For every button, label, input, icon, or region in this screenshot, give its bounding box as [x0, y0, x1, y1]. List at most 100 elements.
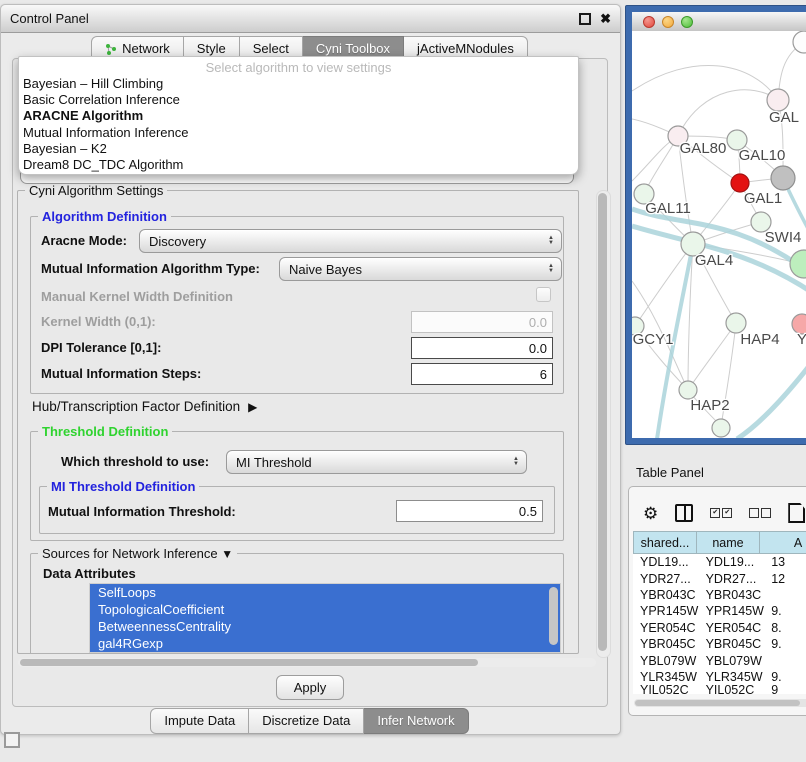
node-label: HAP4	[740, 331, 779, 348]
checked-box-icon: ✔	[710, 508, 720, 518]
network-canvas[interactable]: GAL GAL80 GAL10 GAL1 GAL11 SWI4 GAL4 GCY…	[632, 31, 806, 438]
zoom-traffic-light[interactable]	[681, 16, 693, 28]
which-threshold-label: Which threshold to use:	[61, 454, 209, 469]
mi-algorithm-type-select[interactable]: Naive Bayes ▲▼	[279, 257, 562, 281]
list-scrollbar-thumb[interactable]	[549, 587, 558, 645]
node-label: GAL1	[744, 190, 782, 207]
aracne-mode-label: Aracne Mode:	[41, 233, 127, 248]
settings-horizontal-scrollbar[interactable]	[18, 658, 596, 667]
list-item[interactable]: BetweennessCentrality	[90, 618, 560, 635]
table-row[interactable]: YBR043CYBR043C	[633, 587, 806, 603]
mi-steps-input[interactable]: 6	[411, 363, 553, 385]
node-label: Y	[797, 331, 806, 348]
mi-threshold-input[interactable]: 0.5	[396, 500, 543, 522]
group-title: Threshold Definition	[38, 424, 172, 439]
list-item[interactable]: gal4RGexp	[90, 635, 560, 652]
spinner-arrows-icon: ▲▼	[513, 457, 519, 467]
table-row[interactable]: YBL079WYBL079W	[633, 652, 806, 668]
algorithm-dropdown-list: Select algorithm to view settings Bayesi…	[18, 56, 579, 175]
which-threshold-select[interactable]: MI Threshold ▲▼	[226, 450, 527, 474]
tab-impute-data[interactable]: Impute Data	[150, 708, 249, 734]
node-table: shared... name A YDL19...YDL19...13 YDR2…	[633, 531, 806, 694]
tab-infer-network[interactable]: Infer Network	[364, 708, 468, 734]
group-title: MI Threshold Definition	[47, 479, 199, 494]
table-row[interactable]: YDR27...YDR27...12	[633, 570, 806, 586]
table-panel: ⚙ ✔ ✔ shared... name A YDL19...YDL19...1…	[628, 486, 806, 716]
hub-definition-label: Hub/Transcription Factor Definition	[32, 399, 240, 414]
checked-box-icon: ✔	[722, 508, 732, 518]
network-node[interactable]	[712, 419, 730, 437]
tab-label: Cyni Toolbox	[316, 41, 390, 56]
minimize-traffic-light[interactable]	[662, 16, 674, 28]
manual-kernel-width-checkbox	[536, 287, 551, 302]
tab-label: Impute Data	[164, 713, 235, 728]
spinner-arrows-icon: ▲▼	[548, 236, 554, 246]
network-node[interactable]	[771, 166, 795, 190]
scrollbar-thumb[interactable]	[598, 193, 607, 651]
table-row[interactable]: YIL052CYIL052C9	[633, 685, 806, 694]
column-header[interactable]: name	[696, 532, 759, 553]
cyni-bottom-tabs: Impute Data Discretize Data Infer Networ…	[0, 708, 619, 734]
unchecked-box-icon	[749, 508, 759, 518]
list-item[interactable]: TopologicalCoefficient	[90, 601, 560, 618]
table-panel-title: Table Panel	[636, 465, 704, 480]
unchecked-box-icon	[761, 508, 771, 518]
tab-label: Select	[253, 41, 289, 56]
sources-toggle[interactable]: Sources for Network Inference ▼	[38, 546, 237, 561]
network-view-window: GAL GAL80 GAL10 GAL1 GAL11 SWI4 GAL4 GCY…	[625, 5, 806, 445]
list-item[interactable]: SelfLoops	[90, 584, 560, 601]
dropdown-item[interactable]: Dream8 DC_TDC Algorithm	[19, 157, 578, 173]
tab-label: jActiveMNodules	[417, 41, 514, 56]
scrollbar-thumb[interactable]	[20, 659, 478, 666]
gear-icon[interactable]: ⚙	[643, 505, 658, 522]
show-columns-icon[interactable]: ✔ ✔	[710, 508, 732, 518]
collapse-arrow-icon: ▼	[221, 547, 233, 561]
cyni-algorithm-settings-group: Cyni Algorithm Settings Algorithm Defini…	[17, 190, 579, 654]
network-node-hap4[interactable]	[726, 313, 746, 333]
dropdown-item[interactable]: Mutual Information Inference	[19, 125, 578, 141]
data-attributes-label: Data Attributes	[43, 566, 136, 581]
new-table-icon[interactable]	[788, 503, 805, 523]
settings-vertical-scrollbar[interactable]	[596, 190, 611, 658]
dropdown-item[interactable]: Basic Correlation Inference	[19, 92, 578, 108]
control-panel-titlebar: Control Panel ✖	[1, 5, 620, 33]
tab-discretize-data[interactable]: Discretize Data	[249, 708, 364, 734]
table-row[interactable]: YER054CYER054C8.	[633, 620, 806, 636]
table-toolbar: ⚙ ✔ ✔	[643, 503, 805, 523]
apply-button[interactable]: Apply	[276, 675, 344, 700]
mi-threshold-label: Mutual Information Threshold:	[48, 504, 236, 519]
hide-columns-icon[interactable]	[749, 508, 771, 518]
panel-title: Control Panel	[10, 11, 89, 26]
network-node-gal[interactable]	[767, 89, 789, 111]
network-window-titlebar[interactable]	[632, 12, 806, 32]
network-graph: GAL GAL80 GAL10 GAL1 GAL11 SWI4 GAL4 GCY…	[632, 31, 806, 438]
dropdown-item-selected[interactable]: ARACNE Algorithm	[19, 108, 578, 124]
node-label: SWI4	[765, 229, 802, 246]
mi-threshold-definition-group: MI Threshold Definition Mutual Informati…	[39, 486, 555, 534]
dock-grip-icon[interactable]	[4, 732, 20, 748]
column-header[interactable]: A	[759, 532, 806, 553]
table-row[interactable]: YPR145WYPR145W9.	[633, 603, 806, 619]
network-node[interactable]	[790, 250, 806, 278]
close-icon[interactable]: ✖	[600, 14, 611, 24]
scrollbar-thumb[interactable]	[635, 700, 800, 706]
float-window-icon[interactable]	[579, 13, 591, 25]
dropdown-item[interactable]: Bayesian – Hill Climbing	[19, 76, 578, 92]
close-traffic-light[interactable]	[643, 16, 655, 28]
dropdown-item[interactable]: Bayesian – K2	[19, 141, 578, 157]
table-row[interactable]: YDL19...YDL19...13	[633, 554, 806, 570]
table-row[interactable]: YBR045CYBR045C9.	[633, 636, 806, 652]
node-label: GAL	[769, 109, 799, 126]
columns-icon[interactable]	[675, 504, 693, 522]
table-horizontal-scrollbar[interactable]	[634, 699, 806, 707]
data-attributes-list: SelfLoops TopologicalCoefficient Between…	[89, 583, 561, 653]
group-title: Algorithm Definition	[38, 209, 171, 224]
node-label: GCY1	[633, 331, 674, 348]
node-label: GAL80	[680, 140, 727, 157]
dpi-tolerance-input[interactable]: 0.0	[411, 337, 553, 359]
expand-arrow-icon: ▶	[248, 400, 257, 414]
hub-definition-toggle[interactable]: Hub/Transcription Factor Definition ▶	[32, 399, 257, 414]
sources-group: Sources for Network Inference ▼ Data Att…	[30, 553, 564, 653]
column-header[interactable]: shared...	[633, 532, 696, 553]
aracne-mode-select[interactable]: Discovery ▲▼	[139, 229, 562, 253]
